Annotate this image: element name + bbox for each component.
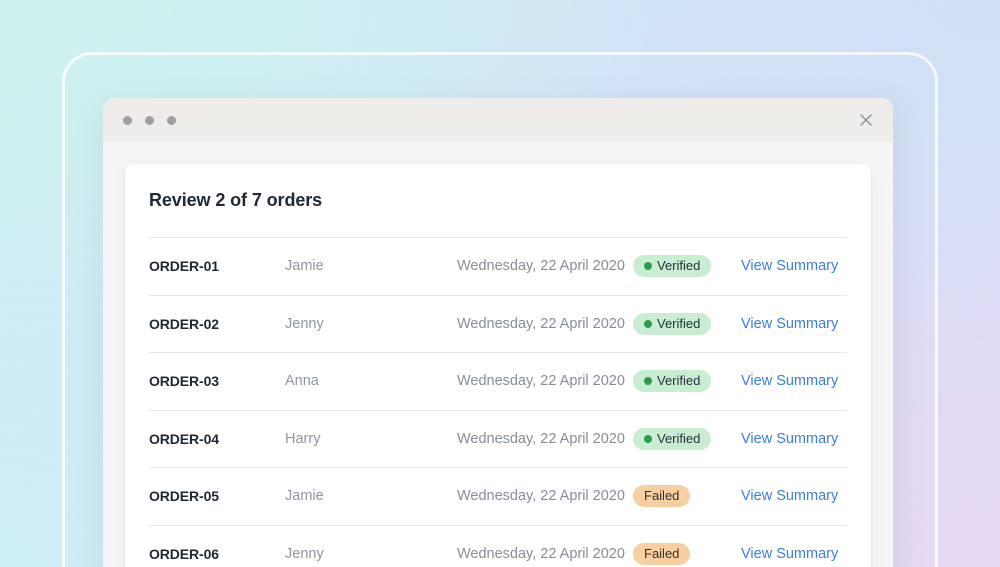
orders-card: Review 2 of 7 orders ORDER-01 Jamie Wednes… bbox=[125, 164, 871, 567]
order-id: ORDER-04 bbox=[149, 430, 219, 447]
table-row[interactable]: ORDER-01 Jamie Wednesday, 22 April 2020 Ver… bbox=[149, 237, 847, 295]
view-summary-link[interactable]: View Summary bbox=[741, 488, 838, 504]
status-badge: Verified bbox=[633, 255, 712, 278]
table-row[interactable]: ORDER-06 Jenny Wednesday, 22 April 2020 Fai… bbox=[149, 524, 847, 567]
order-date: Wednesday, 22 April 2020 bbox=[457, 315, 625, 332]
view-summary-link[interactable]: View Summary bbox=[741, 316, 838, 332]
view-summary-link[interactable]: View Summary bbox=[741, 546, 838, 562]
view-summary-link[interactable]: View Summary bbox=[741, 258, 838, 274]
status-badge: Verified bbox=[633, 370, 712, 393]
status-label: Failed bbox=[644, 545, 680, 561]
status-dot-icon bbox=[644, 262, 652, 271]
view-summary-link[interactable]: View Summary bbox=[741, 373, 838, 389]
status-label: Verified bbox=[657, 258, 701, 274]
traffic-light-buttons[interactable] bbox=[123, 115, 176, 125]
table-row[interactable]: ORDER-03 Anna Wednesday, 22 April 2020 Veri… bbox=[149, 352, 847, 410]
status-label: Failed bbox=[644, 488, 680, 504]
order-date: Wednesday, 22 April 2020 bbox=[457, 258, 625, 275]
traffic-light-close[interactable] bbox=[123, 115, 132, 125]
orders-table: ORDER-01 Jamie Wednesday, 22 April 2020 Ver… bbox=[149, 237, 847, 567]
customer-name: Jenny bbox=[285, 315, 324, 332]
table-row[interactable]: ORDER-05 Jamie Wednesday, 22 April 2020 Fai… bbox=[149, 467, 847, 525]
app-window: Review 2 of 7 orders ORDER-01 Jamie Wednes… bbox=[103, 98, 893, 567]
status-cell: Verified bbox=[633, 370, 741, 393]
customer-name: Harry bbox=[285, 430, 321, 447]
traffic-light-minimize[interactable] bbox=[145, 115, 154, 125]
view-summary-link[interactable]: View Summary bbox=[741, 431, 838, 447]
order-date: Wednesday, 22 April 2020 bbox=[457, 430, 625, 447]
order-id: ORDER-02 bbox=[149, 315, 219, 332]
status-cell: Failed bbox=[633, 485, 741, 508]
status-dot-icon bbox=[644, 377, 652, 386]
customer-name: Anna bbox=[285, 373, 319, 390]
action-cell: View Summary bbox=[741, 430, 847, 448]
order-id: ORDER-03 bbox=[149, 373, 219, 390]
order-id: ORDER-01 bbox=[149, 258, 219, 275]
order-id: ORDER-06 bbox=[149, 545, 219, 562]
status-dot-icon bbox=[644, 319, 652, 328]
status-cell: Verified bbox=[633, 255, 741, 278]
action-cell: View Summary bbox=[741, 545, 847, 563]
page-title: Review 2 of 7 orders bbox=[149, 190, 323, 210]
status-label: Verified bbox=[657, 373, 701, 389]
window-body: Review 2 of 7 orders ORDER-01 Jamie Wednes… bbox=[103, 142, 893, 567]
status-badge: Verified bbox=[633, 427, 712, 450]
customer-name: Jamie bbox=[285, 258, 324, 275]
status-badge: Verified bbox=[633, 312, 712, 335]
status-badge: Failed bbox=[633, 542, 691, 565]
status-cell: Failed bbox=[633, 542, 741, 565]
order-id: ORDER-05 bbox=[149, 488, 219, 505]
customer-name: Jamie bbox=[285, 488, 324, 505]
customer-name: Jenny bbox=[285, 545, 324, 562]
status-label: Verified bbox=[657, 430, 701, 446]
status-label: Verified bbox=[657, 315, 701, 331]
action-cell: View Summary bbox=[741, 315, 847, 333]
status-cell: Verified bbox=[633, 427, 741, 450]
status-cell: Verified bbox=[633, 312, 741, 335]
order-date: Wednesday, 22 April 2020 bbox=[457, 373, 625, 390]
traffic-light-maximize[interactable] bbox=[167, 115, 176, 125]
status-dot-icon bbox=[644, 434, 652, 443]
table-row[interactable]: ORDER-02 Jenny Wednesday, 22 April 2020 Ver… bbox=[149, 294, 847, 353]
action-cell: View Summary bbox=[741, 257, 847, 275]
order-date: Wednesday, 22 April 2020 bbox=[457, 545, 625, 562]
status-badge: Failed bbox=[633, 485, 691, 508]
order-date: Wednesday, 22 April 2020 bbox=[457, 488, 625, 505]
close-icon[interactable] bbox=[857, 111, 875, 129]
table-row[interactable]: ORDER-04 Harry Wednesday, 22 April 2020 Ver… bbox=[149, 409, 847, 468]
action-cell: View Summary bbox=[741, 487, 847, 505]
action-cell: View Summary bbox=[741, 372, 847, 390]
window-title-bar bbox=[103, 98, 893, 142]
